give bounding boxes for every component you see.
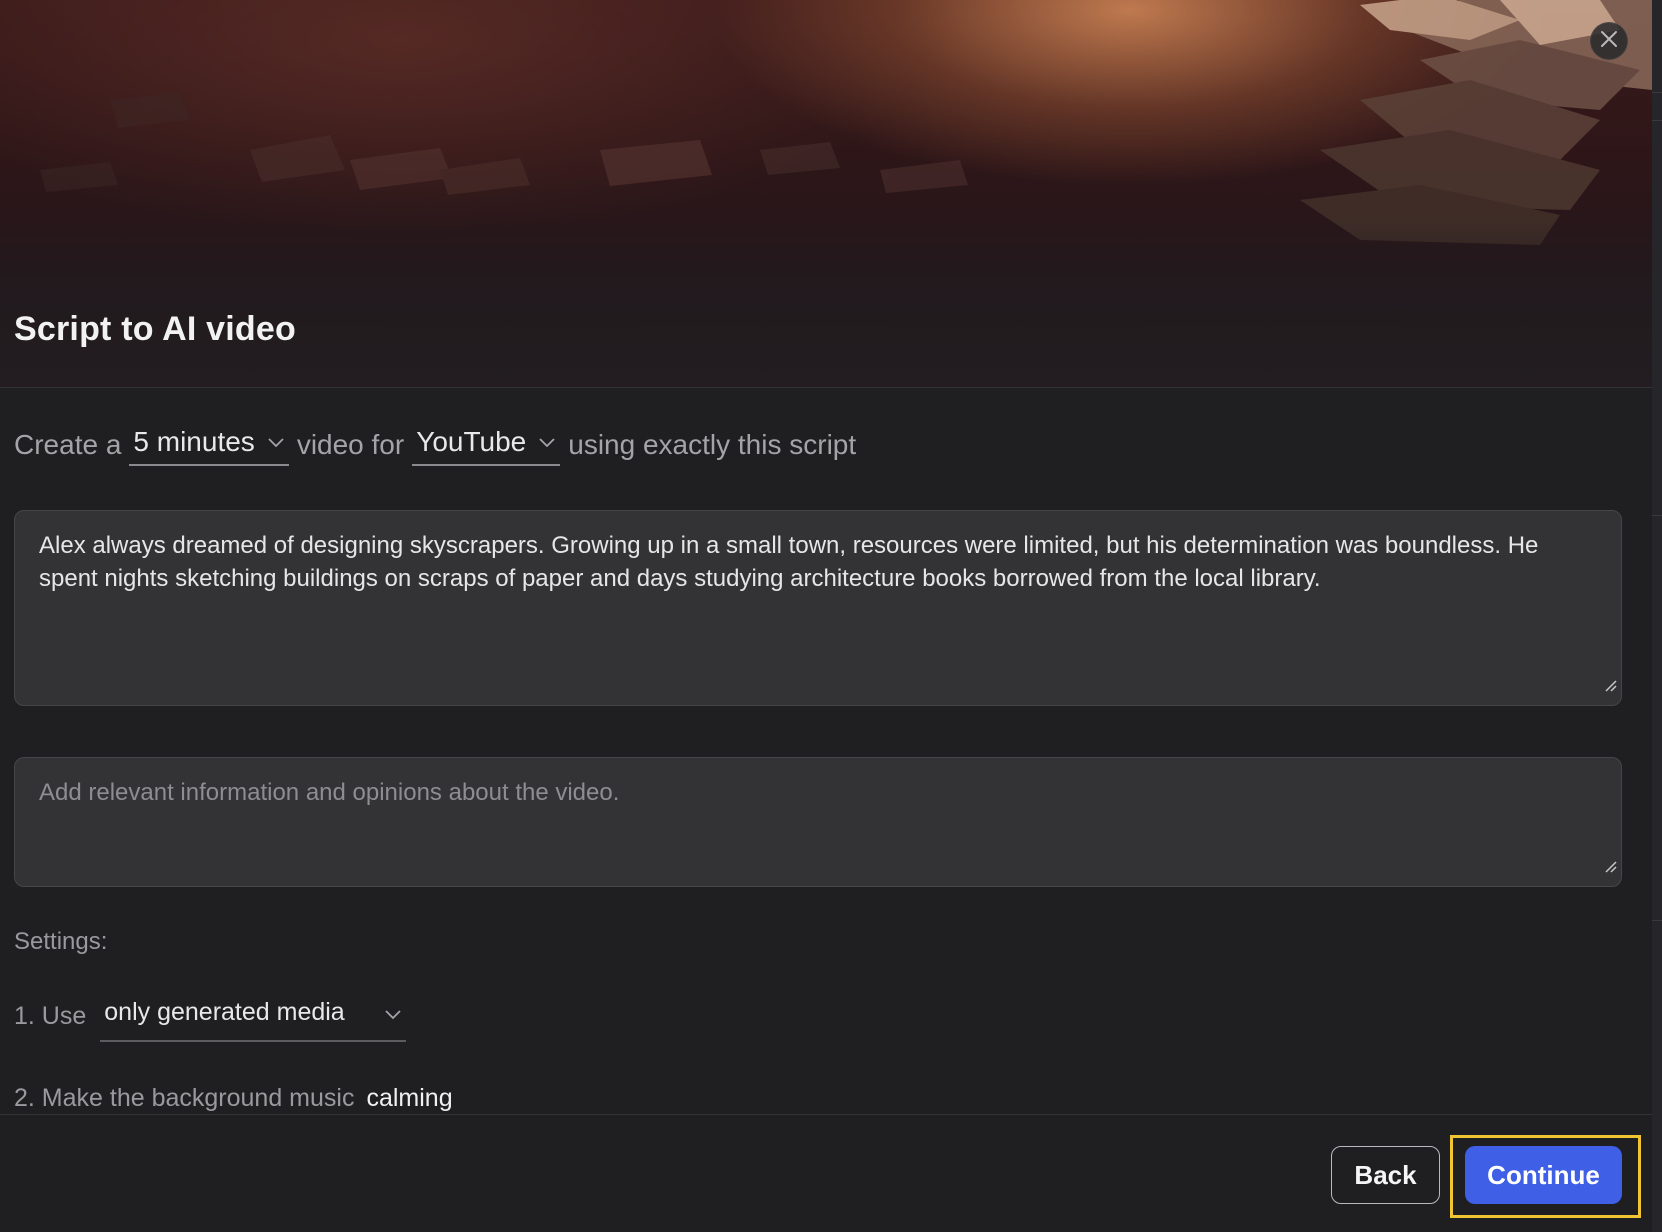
platform-dropdown[interactable]: YouTube (412, 424, 561, 466)
info-textarea[interactable]: Add relevant information and opinions ab… (14, 757, 1622, 887)
close-button[interactable] (1590, 22, 1628, 60)
chevron-down-icon (538, 436, 556, 448)
prompt-middle: video for (296, 429, 405, 460)
settings-label: Settings: (14, 928, 108, 955)
duration-dropdown[interactable]: 5 minutes (129, 424, 289, 466)
script-to-video-dialog: Script to AI video Create a 5 minutes vi… (0, 0, 1652, 1232)
media-source-dropdown[interactable]: only generated media (100, 990, 407, 1042)
back-button[interactable]: Back (1331, 1146, 1440, 1204)
prompt-suffix: using exactly this script (568, 429, 857, 460)
close-icon (1600, 30, 1618, 53)
info-placeholder: Add relevant information and opinions ab… (39, 779, 620, 806)
chevron-down-icon (267, 436, 285, 448)
prompt-prefix: Create a (14, 429, 122, 460)
header-divider (0, 387, 1652, 388)
duration-value: 5 minutes (133, 426, 255, 457)
dialog-title: Script to AI video (14, 310, 296, 348)
media-setting-row: 1. Use only generated media (14, 990, 407, 1042)
resize-handle-icon[interactable] (1604, 669, 1618, 702)
continue-button[interactable]: Continue (1465, 1146, 1622, 1204)
chevron-down-icon (384, 998, 402, 1027)
music-setting-row: 2. Make the background music calming (14, 1080, 453, 1116)
media-source-value: only generated media (104, 997, 345, 1026)
platform-value: YouTube (416, 426, 527, 457)
media-setting-prefix: 1. Use (14, 1001, 87, 1030)
music-setting-prefix: 2. Make the background music (14, 1083, 355, 1112)
background-page-edge (1652, 0, 1662, 1232)
resize-handle-icon[interactable] (1604, 850, 1618, 883)
script-textarea[interactable]: Alex always dreamed of designing skyscra… (14, 510, 1622, 706)
script-text: Alex always dreamed of designing skyscra… (39, 532, 1539, 592)
music-mood-selector[interactable]: calming (366, 1084, 452, 1113)
prompt-sentence: Create a 5 minutes video for YouTube usi… (14, 424, 864, 466)
